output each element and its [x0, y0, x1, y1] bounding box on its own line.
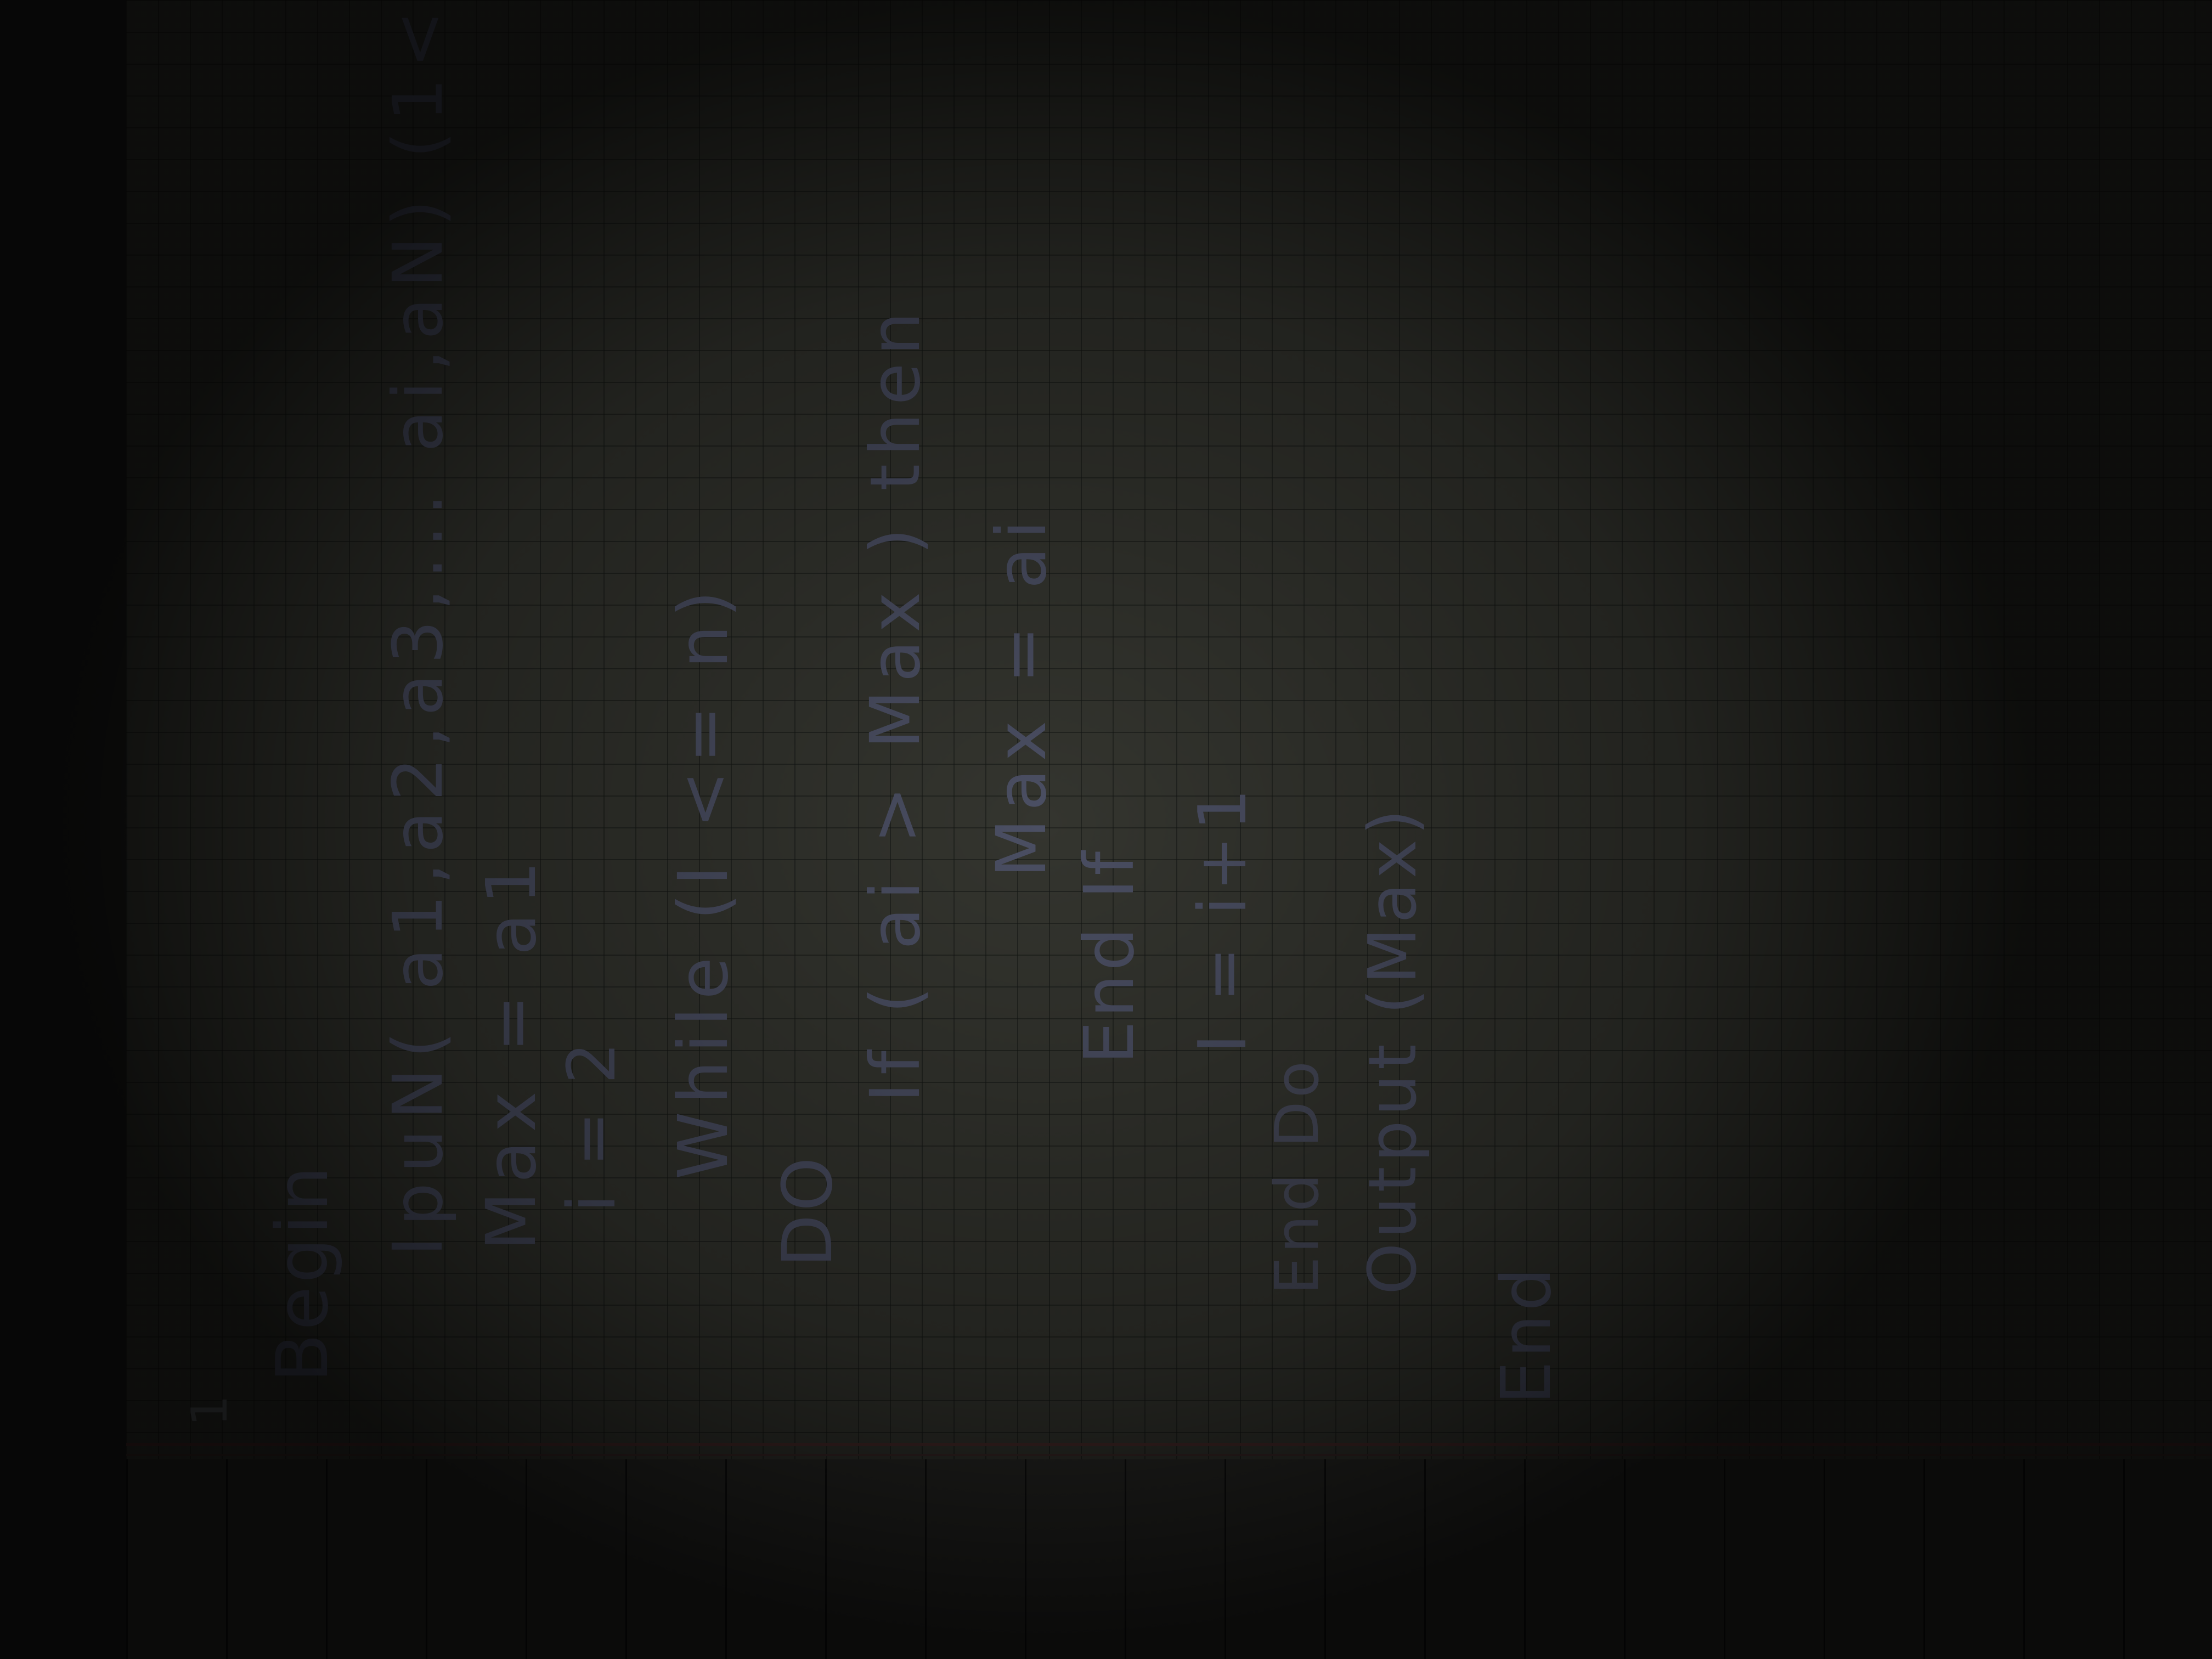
assign-line: Max = ai [982, 512, 1062, 878]
while-line: While (I <= n) [664, 583, 743, 1180]
end-line: End [1487, 1264, 1566, 1404]
end-if-line: End If [1070, 848, 1149, 1064]
notebook-photo: 1 Begin IpuN( a1,a2,a3,... ai,aN) (1<=n.… [0, 0, 2212, 1659]
if-line: If ( ai > Max ) then [856, 304, 935, 1103]
end-do-line: End Do [1262, 1057, 1332, 1295]
i-init-line: i = 2 [554, 1039, 630, 1212]
handwritten-algorithm: 1 Begin IpuN( a1,a2,a3,... ai,aN) (1<=n.… [0, 0, 2212, 1659]
max-init-line: Max = a1 [472, 852, 551, 1251]
input-line: IpuN( a1,a2,a3,... ai,aN) (1<=n.) [379, 0, 458, 1256]
output-line: Output (Max) [1355, 805, 1431, 1295]
increment-line: I = i+1 [1185, 783, 1261, 1053]
do-line: DO [768, 1154, 848, 1267]
page-number-text: 1 [181, 1391, 239, 1426]
begin-line: Begin [261, 1163, 344, 1383]
